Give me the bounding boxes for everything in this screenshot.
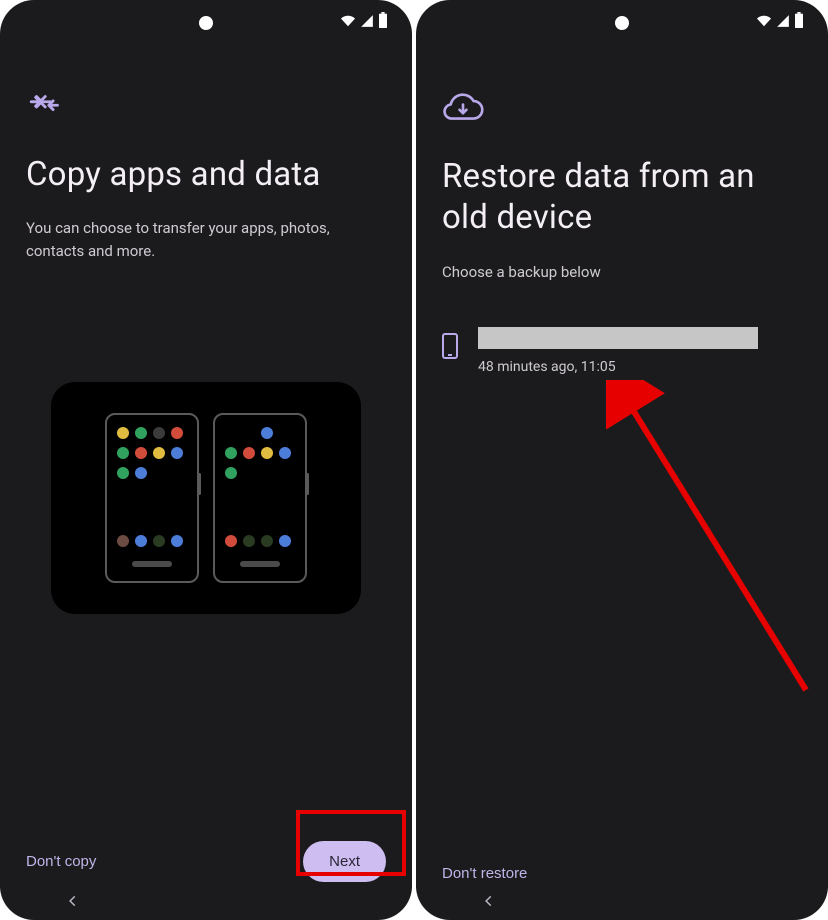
phone-device-icon xyxy=(442,333,458,363)
transfer-arrows-icon xyxy=(26,92,386,126)
backup-item[interactable]: 48 minutes ago, 11:05 xyxy=(442,327,802,375)
phone-screen-restore: Restore data from an old device Choose a… xyxy=(416,0,828,920)
phone-screen-copy-apps: Copy apps and data You can choose to tra… xyxy=(0,0,412,920)
illustration-phone-b xyxy=(213,413,307,583)
back-nav-icon[interactable] xyxy=(66,893,80,912)
backup-device-name-redacted xyxy=(478,327,758,349)
transfer-illustration xyxy=(51,382,361,614)
backup-timestamp: 48 minutes ago, 11:05 xyxy=(478,359,758,375)
cloud-download-icon xyxy=(442,92,802,128)
illustration-phone-a xyxy=(105,413,199,583)
page-subtitle: Choose a backup below xyxy=(442,261,802,284)
page-subtitle: You can choose to transfer your apps, ph… xyxy=(26,217,386,262)
dont-copy-button[interactable]: Don't copy xyxy=(26,853,96,870)
page-title: Copy apps and data xyxy=(26,154,386,195)
dont-restore-button[interactable]: Don't restore xyxy=(442,865,527,882)
back-nav-icon[interactable] xyxy=(482,893,496,912)
next-button[interactable]: Next xyxy=(303,841,386,882)
page-title: Restore data from an old device xyxy=(442,156,802,239)
